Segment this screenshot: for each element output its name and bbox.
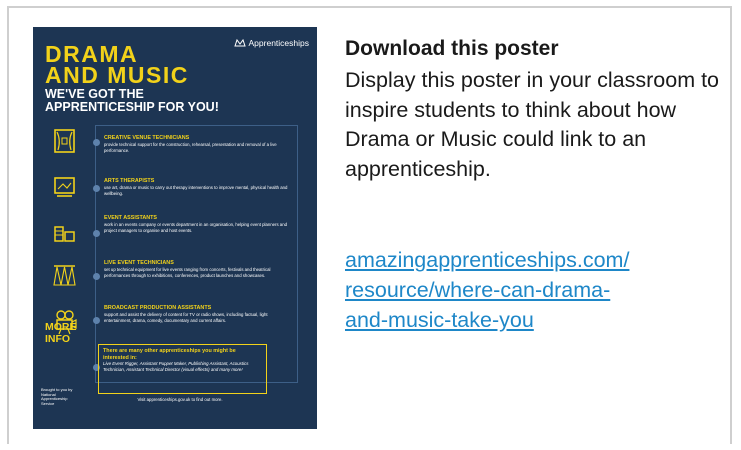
career-heading: LIVE EVENT TECHNICIANS: [104, 260, 174, 266]
more-info-line2: INFO: [45, 333, 71, 345]
career-item: ARTS THERAPISTS use art, drama or music …: [104, 178, 294, 196]
career-text: use art, drama or music to carry out the…: [104, 185, 288, 196]
career-text: support and assist the delivery of conte…: [104, 312, 268, 323]
career-heading: EVENT ASSISTANTS: [104, 215, 158, 221]
career-text: provide technical support for the constr…: [104, 142, 277, 153]
other-apprenticeships-box: There are many other apprenticeships you…: [98, 344, 267, 394]
link-line2[interactable]: resource/where-can-drama-: [345, 278, 610, 302]
stage-lights-icon: [53, 265, 76, 286]
crown-icon: [233, 38, 246, 47]
apprenticeships-logo: Apprenticeships: [233, 37, 309, 49]
poster-footer-credit: Brought to you by National Apprenticeshi…: [41, 387, 73, 406]
link-line3[interactable]: and-music-take-you: [345, 308, 534, 332]
screen-icon: [54, 177, 75, 197]
career-item: BROADCAST PRODUCTION ASSISTANTS support …: [104, 305, 294, 323]
bullet-dot: [93, 317, 100, 324]
bullet-dot: [93, 185, 100, 192]
poster-title: DRAMA AND MUSIC: [45, 43, 189, 88]
bullet-dot: [93, 230, 100, 237]
careers-panel: CREATIVE VENUE TECHNICIANS provide techn…: [93, 125, 298, 394]
poster-subtitle: WE'VE GOT THE APPRENTICESHIP FOR YOU!: [45, 88, 219, 114]
link-line1[interactable]: amazingapprenticeships.com/: [345, 248, 629, 272]
more-info-label: MORE INFO: [45, 321, 77, 345]
career-heading: ARTS THERAPISTS: [104, 178, 155, 184]
other-apprenticeships-heading: There are many other apprenticeships you…: [103, 348, 236, 361]
download-description: Display this poster in your classroom to…: [345, 68, 720, 181]
poster-image[interactable]: Apprenticeships DRAMA AND MUSIC WE'VE GO…: [33, 27, 317, 429]
poster-title-line2: AND MUSIC: [45, 62, 189, 88]
other-apprenticeships-text: Live Event Rigger, Assistant Puppet Make…: [103, 361, 249, 372]
career-item: EVENT ASSISTANTS work in an events compa…: [104, 215, 294, 233]
logo-text: Apprenticeships: [248, 38, 309, 48]
event-icon: [54, 226, 75, 242]
poster-icon-column: [46, 124, 83, 351]
career-item: CREATIVE VENUE TECHNICIANS provide techn…: [104, 135, 294, 153]
career-text: set up technical equipment for live even…: [104, 267, 271, 278]
download-title: Download this poster: [345, 37, 559, 60]
poster-footer-visit: Visit apprenticeships.gov.uk to find out…: [137, 397, 223, 402]
more-info-line1: MORE: [45, 321, 77, 333]
bullet-dot: [93, 139, 100, 146]
career-heading: BROADCAST PRODUCTION ASSISTANTS: [104, 305, 212, 311]
stage-icon: [54, 129, 75, 153]
poster-subtitle-line2: APPRENTICESHIP FOR YOU!: [45, 100, 219, 114]
career-text: work in an events company or events depa…: [104, 222, 287, 233]
bullet-dot: [93, 273, 100, 280]
poster-download-link[interactable]: amazingapprenticeships.com/ resource/whe…: [345, 245, 725, 335]
career-item: LIVE EVENT TECHNICIANS set up technical …: [104, 260, 294, 278]
career-heading: CREATIVE VENUE TECHNICIANS: [104, 135, 190, 141]
